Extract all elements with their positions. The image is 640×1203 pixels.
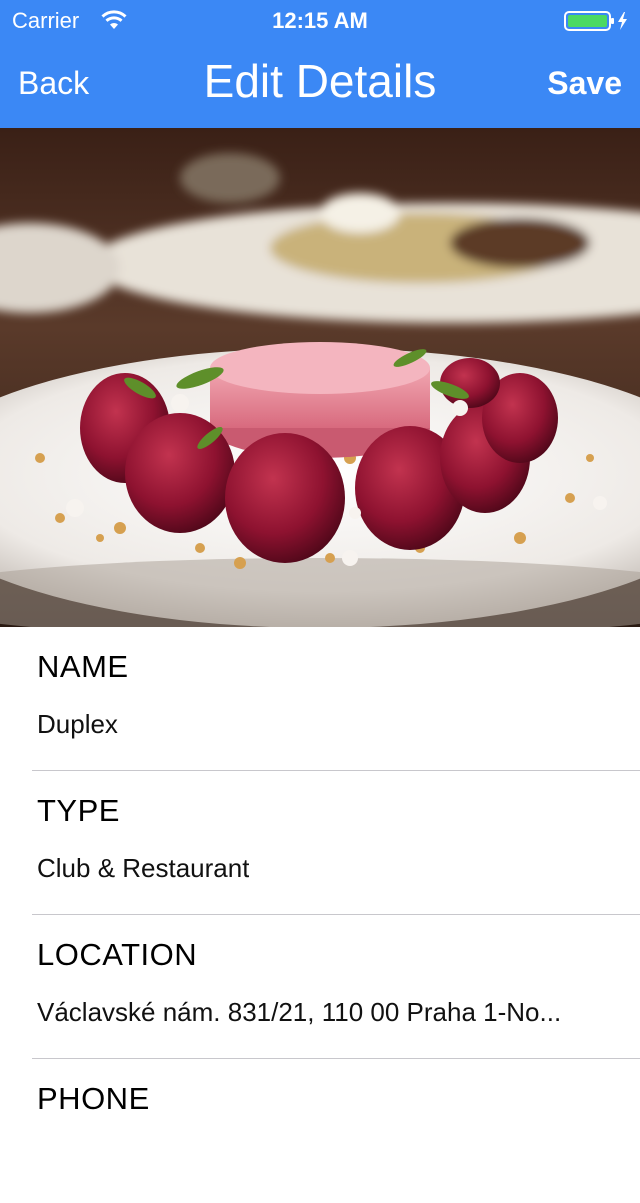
name-label: NAME [37,649,129,684]
phone-field[interactable]: PHONE [0,1059,640,1203]
location-field[interactable]: LOCATION Václavské nám. 831/21, 110 00 P… [0,915,640,1059]
name-field[interactable]: NAME Duplex [0,627,640,771]
save-button[interactable]: Save [547,65,622,102]
location-value[interactable]: Václavské nám. 831/21, 110 00 Praha 1-No… [37,997,561,1028]
navigation-bar: Back Edit Details Save [0,40,640,128]
status-bar: Carrier 12:15 AM [0,0,640,40]
location-label: LOCATION [37,937,198,972]
phone-label: PHONE [37,1081,150,1116]
battery-icon [564,10,630,37]
type-value[interactable]: Club & Restaurant [37,853,249,884]
details-form: NAME Duplex TYPE Club & Restaurant LOCAT… [0,627,640,1203]
type-label: TYPE [37,793,120,828]
page-title: Edit Details [203,55,437,107]
clock-time: 12:15 AM [272,8,368,33]
restaurant-photo [0,128,640,627]
type-field[interactable]: TYPE Club & Restaurant [0,771,640,915]
name-value[interactable]: Duplex [37,709,118,740]
